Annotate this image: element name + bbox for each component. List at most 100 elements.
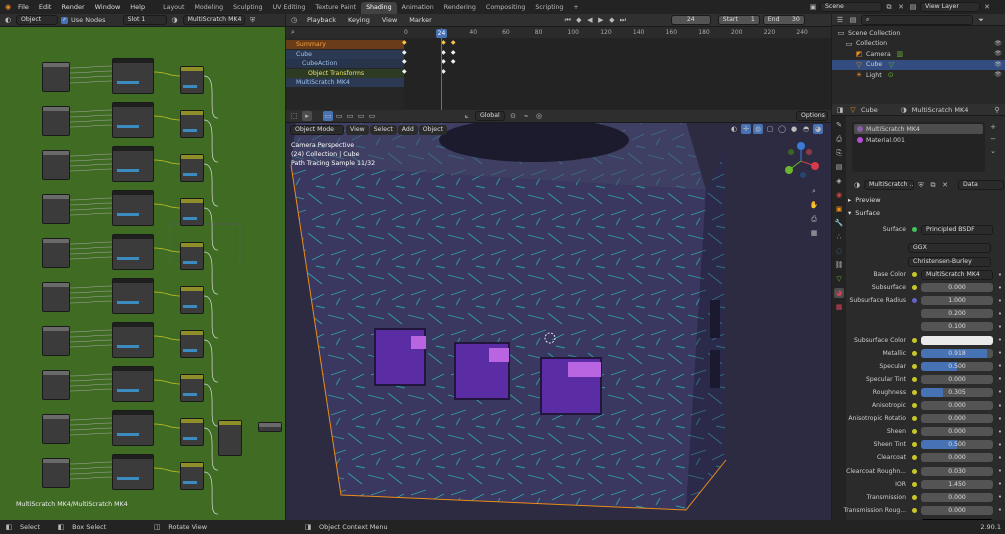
material-browse-icon[interactable]: ◑ [852, 180, 862, 190]
outliner-row-collection[interactable]: ▭ Collection 👁 [832, 39, 1005, 49]
input-node[interactable] [42, 414, 70, 444]
editor-type-icon[interactable]: ☰ [835, 15, 845, 25]
keyframe[interactable]: ◆ [402, 68, 407, 75]
eye-icon[interactable]: 👁 [993, 70, 1003, 80]
unlink-material-icon[interactable]: ✕ [940, 180, 950, 190]
jump-start-icon[interactable]: ⏮ [563, 15, 573, 25]
properties-editor[interactable]: ◨ ▽ Cube ◑ MultiScratch MK4 ⚲ ✎ ⎙ ⎘ ▤ ◈ … [832, 104, 1005, 520]
playhead-badge[interactable]: 24 [436, 29, 447, 38]
keyframe-dot-icon[interactable]: • [995, 283, 1005, 293]
pan-hand-icon[interactable]: ✋ [809, 200, 819, 210]
outliner[interactable]: ☰ ▤ ⌕ ⏷ ▭ Scene Collection ▭ Collection 👁 ◩ Ca… [832, 14, 1005, 104]
search-icon[interactable]: ⌕ [288, 27, 298, 37]
eye-icon[interactable]: 👁 [993, 49, 1003, 59]
keyframe-dot-icon[interactable]: • [995, 427, 1005, 437]
property-value-field[interactable]: 1.000 [921, 296, 993, 306]
add-slot-icon[interactable]: + [988, 122, 998, 132]
tool-tab-icon[interactable]: ✎ [834, 120, 844, 130]
tab-shading[interactable]: Shading [361, 2, 397, 14]
property-value-field[interactable]: 0.030 [921, 466, 993, 476]
group-node[interactable] [112, 58, 154, 94]
input-node[interactable] [42, 238, 70, 268]
current-frame-field[interactable]: 24 [670, 15, 711, 25]
group-node[interactable] [112, 322, 154, 358]
snap-icon[interactable]: ⌁ [521, 111, 531, 121]
display-mode-icon[interactable]: ▤ [848, 15, 858, 25]
keyframe-dot-icon[interactable]: • [995, 401, 1005, 411]
3d-viewport[interactable]: ⬚ ▸ ▭ ▭ ▭ ▭ ▭ ⟀ Global ⊙ ⌁ ◎ Options Obj… [286, 110, 831, 520]
channel-row[interactable]: MultiScratch MK4 [286, 78, 404, 87]
view-layer-icon[interactable]: ▤ [908, 2, 918, 12]
tab-compositing[interactable]: Compositing [481, 2, 530, 14]
input-node[interactable] [42, 106, 70, 136]
eye-icon[interactable]: 👁 [993, 39, 1003, 49]
jump-end-icon[interactable]: ⏭ [618, 15, 628, 25]
mix-node[interactable] [180, 286, 204, 314]
mix-node[interactable] [180, 330, 204, 358]
tab-modeling[interactable]: Modeling [190, 2, 229, 14]
filter-icon[interactable]: ⏷ [976, 15, 986, 25]
mix-node[interactable] [180, 242, 204, 270]
next-key-icon[interactable]: ◆ [607, 15, 617, 25]
menu-help[interactable]: Help [125, 3, 150, 11]
scene-tab-icon[interactable]: ◈ [834, 176, 844, 186]
keyframe-dot-icon[interactable]: • [995, 309, 1005, 319]
mix-node[interactable] [180, 66, 204, 94]
group-node[interactable] [112, 410, 154, 446]
property-value-field[interactable]: 1.450 [921, 479, 993, 489]
input-node[interactable] [42, 282, 70, 312]
keyframe-dot-icon[interactable]: • [995, 374, 1005, 384]
rendered-shading-icon[interactable]: ◕ [813, 124, 823, 134]
tab-animation[interactable]: Animation [397, 2, 439, 14]
keyframe[interactable]: ◆ [402, 49, 407, 56]
property-value-field[interactable]: 0.200 [921, 309, 993, 319]
options-dropdown[interactable]: Options [796, 111, 828, 121]
keyframe-dot-icon[interactable]: • [995, 335, 1005, 345]
group-node[interactable] [112, 146, 154, 182]
menu-render[interactable]: Render [56, 3, 89, 11]
tab-scripting[interactable]: Scripting [530, 2, 568, 14]
viewport-menu-add[interactable]: Add [397, 125, 418, 135]
play-icon[interactable]: ▶ [596, 15, 606, 25]
keyframe[interactable]: ◆ [451, 58, 456, 65]
prev-key-icon[interactable]: ◆ [574, 15, 584, 25]
mix-node[interactable] [180, 418, 204, 446]
keyframe-dot-icon[interactable]: • [995, 361, 1005, 371]
property-value-field[interactable]: 0.000 [921, 374, 993, 384]
select-intersect-icon[interactable]: ▭ [367, 111, 377, 121]
property-link-field[interactable]: MultiScratch MK4 [921, 269, 993, 280]
property-value-field[interactable]: 0.000 [921, 414, 993, 424]
timeline-ruler[interactable]: ⌕ 020406080100120140160180200220240 [286, 27, 831, 38]
mix-node[interactable] [180, 374, 204, 402]
input-node[interactable] [42, 62, 70, 92]
keyframe[interactable]: ◆ [451, 49, 456, 56]
keyframe-dot-icon[interactable]: • [995, 270, 1005, 280]
property-value-field[interactable]: 0.000 [921, 283, 993, 293]
distribution-dropdown[interactable]: GGX [908, 242, 991, 253]
tool-select-icon[interactable]: ▸ [302, 111, 312, 121]
world-tab-icon[interactable]: ◉ [834, 190, 844, 200]
outliner-row-scene-collection[interactable]: ▭ Scene Collection [832, 28, 1005, 38]
solid-shading-icon[interactable]: ● [789, 124, 799, 134]
keyframe-dot-icon[interactable]: • [995, 479, 1005, 489]
add-workspace-button[interactable]: + [568, 2, 583, 14]
scene-close-icon[interactable]: ✕ [896, 2, 906, 12]
keyframe-dot-icon[interactable]: • [995, 505, 1005, 515]
material-slot[interactable]: Material.001 [854, 135, 983, 145]
link-data-dropdown[interactable]: Data [958, 180, 1004, 190]
group-node[interactable] [112, 234, 154, 270]
channel-row[interactable]: Object Transforms [286, 68, 404, 78]
tab-texture-paint[interactable]: Texture Paint [310, 2, 361, 14]
property-value-field[interactable]: 0.500 [921, 361, 993, 371]
select-new-icon[interactable]: ▭ [323, 111, 333, 121]
input-node[interactable] [42, 150, 70, 180]
property-value-field[interactable]: 0.000 [921, 401, 993, 410]
menu-file[interactable]: File [13, 3, 34, 11]
output-node[interactable] [258, 422, 282, 432]
viewport-menu-view[interactable]: View [346, 125, 369, 135]
select-subtract-icon[interactable]: ▭ [345, 111, 355, 121]
outliner-row-camera[interactable]: ◩ Camera ▥ 👁 [832, 49, 1005, 59]
pin-icon[interactable]: ⚲ [992, 105, 1002, 115]
input-node[interactable] [42, 370, 70, 400]
input-node[interactable] [42, 326, 70, 356]
